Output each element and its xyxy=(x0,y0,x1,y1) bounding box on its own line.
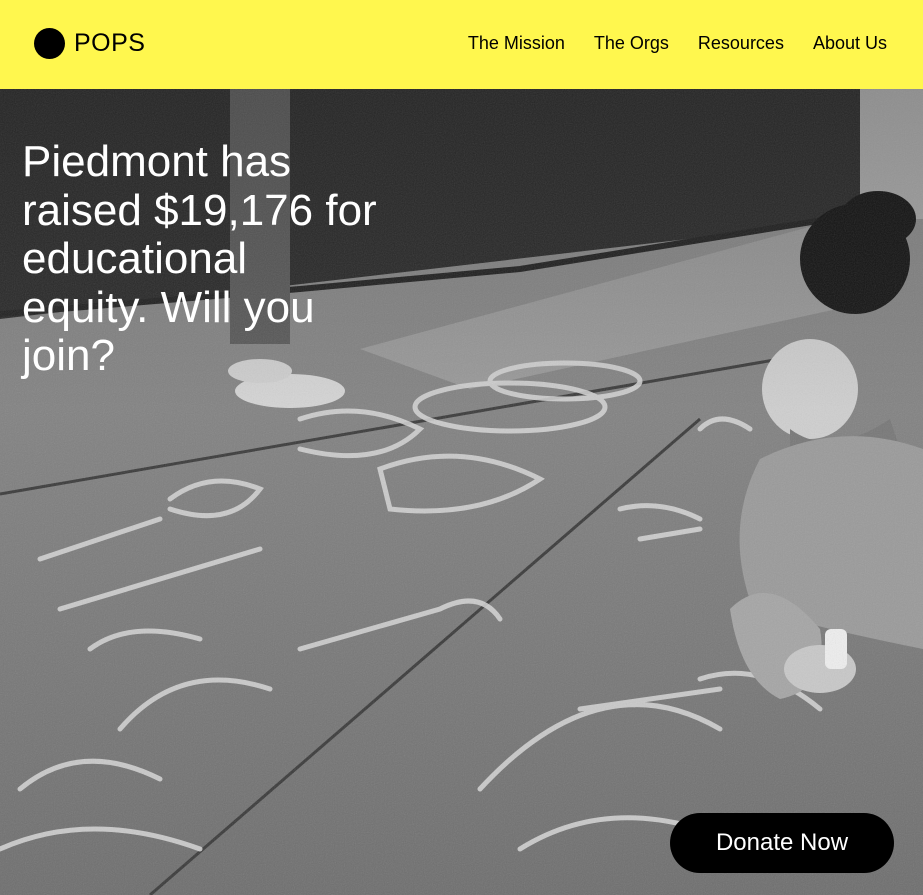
logo[interactable]: POPS xyxy=(34,28,145,59)
logo-dot-icon xyxy=(34,28,65,59)
nav-link-about[interactable]: About Us xyxy=(813,33,887,54)
top-navbar: POPS The Mission The Orgs Resources Abou… xyxy=(0,0,923,89)
nav-link-orgs[interactable]: The Orgs xyxy=(594,33,669,54)
nav-link-resources[interactable]: Resources xyxy=(698,33,784,54)
hero-headline: Piedmont has raised $19,176 for educatio… xyxy=(22,137,377,380)
donate-now-button[interactable]: Donate Now xyxy=(670,813,894,873)
main-nav: The Mission The Orgs Resources About Us xyxy=(468,33,887,54)
nav-link-mission[interactable]: The Mission xyxy=(468,33,565,54)
brand-name: POPS xyxy=(74,29,146,57)
